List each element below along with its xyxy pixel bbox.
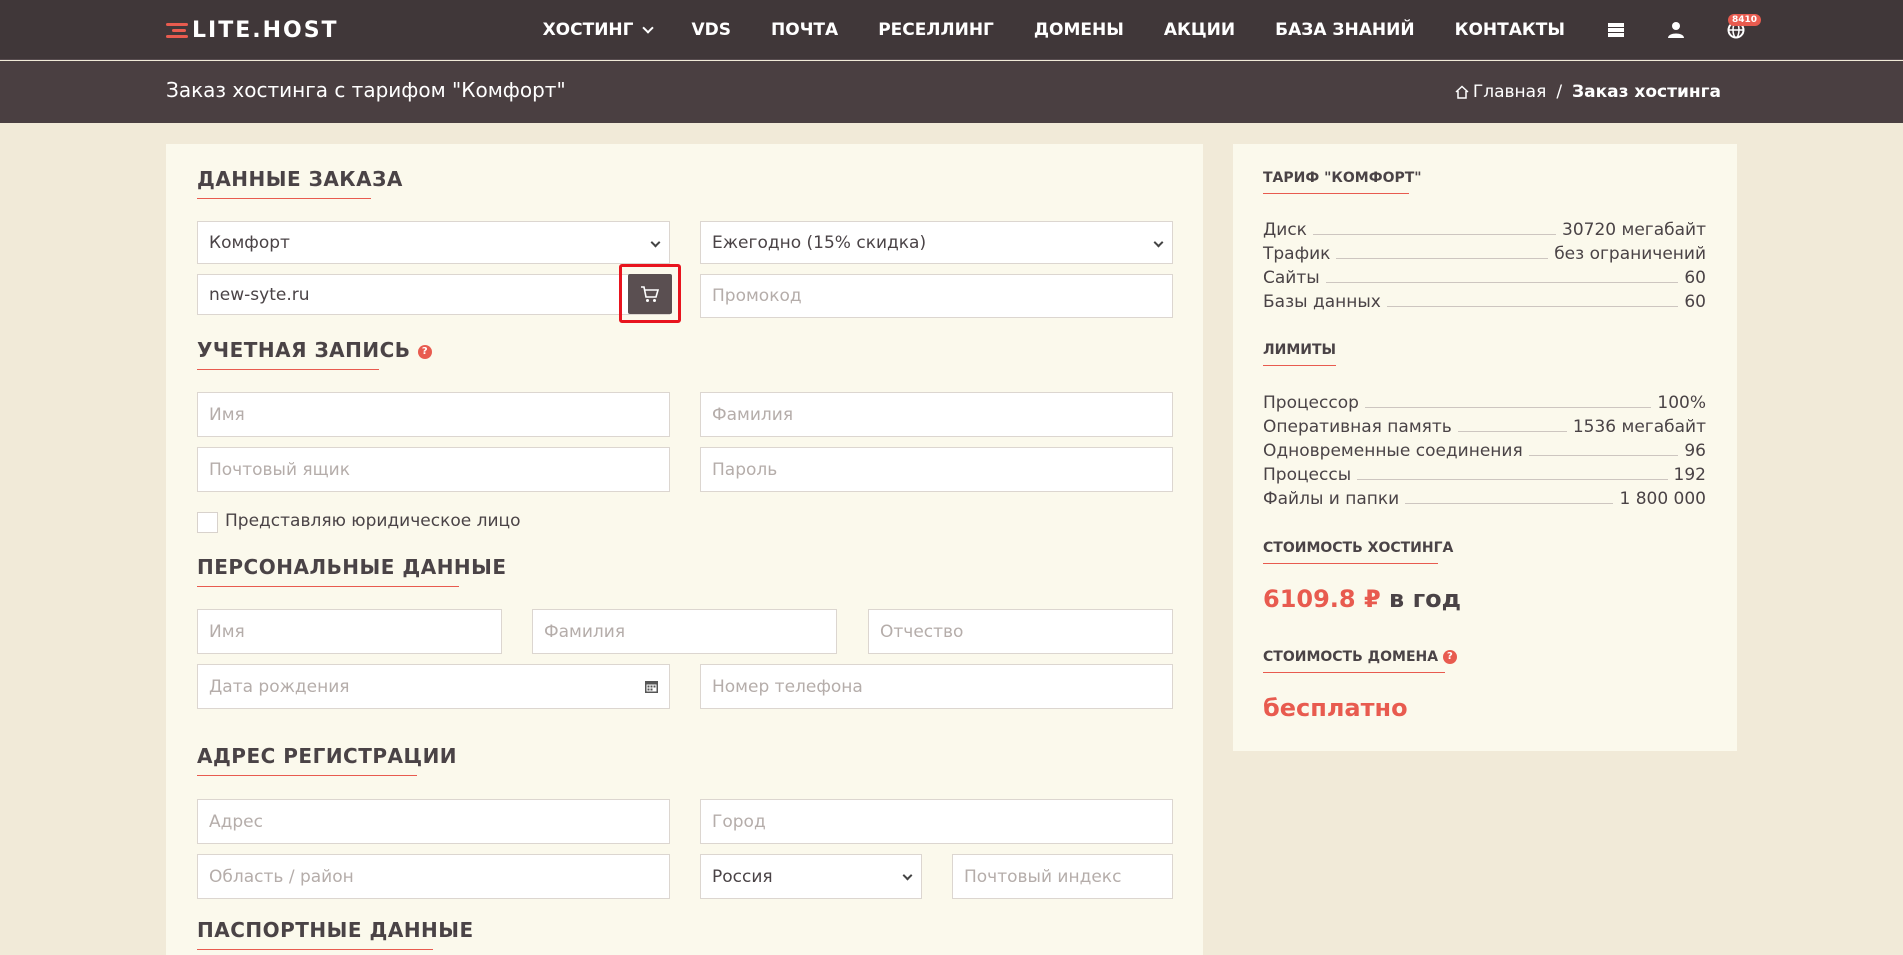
zip-code-input[interactable]: Почтовый индекс bbox=[952, 854, 1173, 899]
plan-select[interactable]: Комфорт bbox=[197, 221, 670, 264]
account-section-heading: УЧЕТНАЯ ЗАПИСЬ ? bbox=[197, 338, 433, 370]
nav-promotions[interactable]: АКЦИИ bbox=[1164, 20, 1235, 40]
top-navbar: LITE.HOST ХОСТИНГ VDS ПОЧТА РЕСЕЛЛИНГ ДО… bbox=[0, 0, 1903, 60]
nav-mail[interactable]: ПОЧТА bbox=[771, 20, 838, 40]
domain-price: бесплатно bbox=[1263, 694, 1408, 722]
address-input[interactable]: Адрес bbox=[197, 799, 670, 844]
calendar-icon[interactable] bbox=[644, 679, 659, 694]
breadcrumb-home[interactable]: Главная bbox=[1473, 82, 1546, 102]
user-icon[interactable] bbox=[1667, 21, 1685, 39]
phone-input[interactable]: Номер телефона bbox=[700, 664, 1173, 709]
nav-knowledge-base[interactable]: БАЗА ЗНАНИЙ bbox=[1275, 20, 1414, 40]
passport-section-heading: ПАСПОРТНЫЕ ДАННЫЕ bbox=[197, 918, 474, 950]
main-nav: ХОСТИНГ VDS ПОЧТА РЕСЕЛЛИНГ ДОМЕНЫ АКЦИИ… bbox=[503, 0, 1761, 60]
city-input[interactable]: Город bbox=[700, 799, 1173, 844]
notification-badge: 8410 bbox=[1727, 14, 1761, 26]
personal-last-name-input[interactable]: Фамилия bbox=[532, 609, 837, 654]
hosting-cost-heading: СТОИМОСТЬ ХОСТИНГА bbox=[1263, 540, 1453, 564]
legal-entity-label[interactable]: Представляю юридическое лицо bbox=[225, 511, 521, 531]
tariff-row: Базы данных 60 bbox=[1263, 292, 1706, 312]
chevron-down-icon bbox=[641, 21, 654, 34]
breadcrumb-current: Заказ хостинга bbox=[1572, 82, 1721, 102]
address-section-heading: АДРЕС РЕГИСТРАЦИИ bbox=[197, 744, 457, 776]
order-section-heading: ДАННЫЕ ЗАКАЗА bbox=[197, 167, 403, 199]
server-icon[interactable] bbox=[1607, 21, 1625, 39]
promo-code-input[interactable]: Промокод bbox=[700, 274, 1173, 318]
chevron-down-icon bbox=[902, 870, 913, 881]
limit-row: Файлы и папки 1 800 000 bbox=[1263, 489, 1706, 509]
personal-first-name-input[interactable]: Имя bbox=[197, 609, 502, 654]
legal-entity-checkbox[interactable] bbox=[197, 512, 218, 533]
period-select[interactable]: Ежегодно (15% скидка) bbox=[700, 221, 1173, 264]
tariff-row: Диск 30720 мегабайт bbox=[1263, 220, 1706, 240]
chevron-down-icon bbox=[1153, 237, 1164, 248]
help-icon[interactable]: ? bbox=[1442, 650, 1457, 664]
logo-mark-icon bbox=[166, 20, 188, 40]
nav-hosting[interactable]: ХОСТИНГ bbox=[543, 20, 654, 40]
logo[interactable]: LITE.HOST bbox=[166, 14, 339, 46]
help-icon[interactable]: ? bbox=[418, 344, 433, 359]
nav-contacts[interactable]: КОНТАКТЫ bbox=[1455, 20, 1565, 40]
nav-reselling[interactable]: РЕСЕЛЛИНГ bbox=[878, 20, 994, 40]
nav-vds[interactable]: VDS bbox=[692, 20, 732, 40]
password-field[interactable]: Пароль bbox=[700, 447, 1173, 492]
country-select[interactable]: Россия bbox=[700, 854, 922, 899]
limit-row: Одновременные соединения 96 bbox=[1263, 441, 1706, 461]
tariff-heading: ТАРИФ "КОМФОРТ" bbox=[1263, 170, 1422, 194]
region-input[interactable]: Область / район bbox=[197, 854, 670, 899]
tariff-row: Сайты 60 bbox=[1263, 268, 1706, 288]
breadcrumb-separator: / bbox=[1556, 82, 1563, 102]
home-icon bbox=[1455, 85, 1469, 99]
add-to-cart-button[interactable] bbox=[619, 264, 681, 323]
domain-cost-heading: СТОИМОСТЬ ДОМЕНА ? bbox=[1263, 649, 1457, 673]
logo-text: LITE.HOST bbox=[192, 17, 339, 43]
page-title: Заказ хостинга с тарифом "Комфорт" bbox=[166, 78, 566, 102]
breadcrumb: Главная / Заказ хостинга bbox=[1455, 82, 1721, 102]
personal-section-heading: ПЕРСОНАЛЬНЫЕ ДАННЫЕ bbox=[197, 555, 507, 587]
middle-name-input[interactable]: Отчество bbox=[868, 609, 1173, 654]
nav-domains[interactable]: ДОМЕНЫ bbox=[1034, 20, 1124, 40]
globe-icon[interactable]: 8410 bbox=[1727, 14, 1761, 39]
domain-input[interactable]: new-syte.ru bbox=[197, 274, 670, 315]
limit-row: Процессы 192 bbox=[1263, 465, 1706, 485]
limits-heading: ЛИМИТЫ bbox=[1263, 342, 1336, 366]
limit-row: Оперативная память 1536 мегабайт bbox=[1263, 417, 1706, 437]
account-first-name-input[interactable]: Имя bbox=[197, 392, 670, 437]
hosting-price: 6109.8 ₽ в год bbox=[1263, 585, 1461, 613]
limit-row: Процессор 100% bbox=[1263, 393, 1706, 413]
email-field[interactable]: Почтовый ящик bbox=[197, 447, 670, 492]
cart-icon bbox=[641, 286, 660, 302]
chevron-down-icon bbox=[650, 237, 661, 248]
birthdate-input[interactable]: Дата рождения bbox=[197, 664, 670, 709]
account-last-name-input[interactable]: Фамилия bbox=[700, 392, 1173, 437]
tariff-row: Трафик без ограничений bbox=[1263, 244, 1706, 264]
